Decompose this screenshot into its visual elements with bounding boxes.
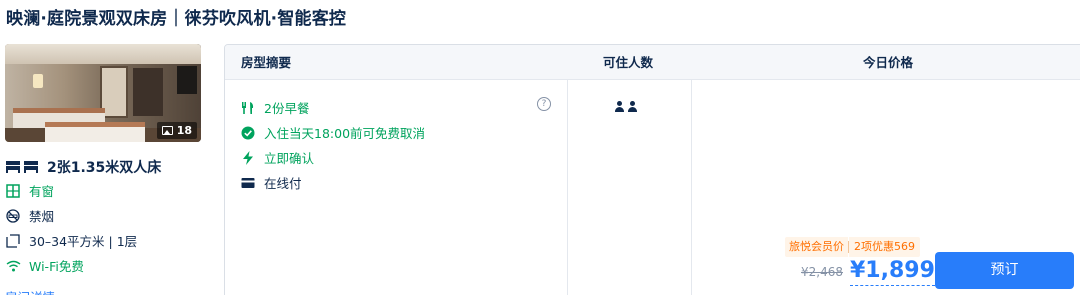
wifi-label: Wi-Fi免费: [29, 259, 84, 274]
check-circle-icon: [241, 126, 255, 140]
discount-label: 2项优惠569: [849, 237, 920, 257]
policy-payment: 在线付: [241, 173, 302, 192]
header-guests: 可住人数: [603, 55, 654, 70]
policy-breakfast: 2份早餐: [241, 98, 309, 117]
member-discount-tag[interactable]: 旅悦会员价 2项优惠569: [785, 237, 920, 257]
person-icon: [628, 101, 637, 112]
double-bed-icon: [5, 159, 39, 175]
room-photo[interactable]: 18: [5, 44, 201, 142]
room-title: 映澜·庭院景观双床房｜徕芬吹风机·智能客控: [6, 9, 347, 29]
lightning-icon: [241, 150, 255, 165]
feature-wifi: Wi-Fi免费: [5, 256, 84, 275]
header-price: 今日价格: [863, 55, 914, 70]
confirm-label: 立即确认: [264, 151, 315, 166]
column-divider: [567, 80, 568, 295]
current-price[interactable]: ¥1,899: [850, 257, 935, 286]
person-icon: [615, 101, 624, 112]
feature-smoking: 禁烟: [5, 206, 54, 225]
cancellation-label[interactable]: 入住当天18:00前可免费取消: [264, 123, 425, 142]
feature-bed: 2张1.35米双人床: [5, 157, 161, 177]
guest-capacity: [615, 101, 637, 112]
gallery-icon: [161, 126, 173, 135]
wifi-icon: [5, 258, 21, 274]
window-icon: [5, 183, 21, 199]
column-divider: [691, 80, 692, 295]
room-details-link[interactable]: 房间详情: [5, 287, 55, 295]
book-button[interactable]: 预订: [935, 252, 1074, 289]
member-price-label: 旅悦会员价: [785, 237, 848, 257]
area-icon: [5, 233, 21, 249]
help-icon[interactable]: ?: [537, 97, 551, 111]
policy-cancellation: 入住当天18:00前可免费取消: [241, 123, 425, 142]
card-icon: [241, 176, 255, 190]
window-label: 有窗: [29, 184, 55, 199]
room-info-panel: 18 2张1.35米双人床 有窗 禁烟 30–34平方米 | 1层 Wi-Fi免…: [5, 44, 201, 295]
cutlery-icon: [241, 101, 255, 115]
payment-label: 在线付: [264, 176, 302, 191]
feature-area: 30–34平方米 | 1层: [5, 231, 137, 250]
policy-confirm: 立即确认: [241, 148, 314, 167]
table-header: 房型摘要 可住人数 今日价格: [225, 45, 1080, 80]
feature-window: 有窗: [5, 181, 54, 200]
header-summary: 房型摘要: [241, 55, 292, 70]
photo-count-badge[interactable]: 18: [156, 122, 197, 139]
breakfast-label: 2份早餐: [264, 101, 310, 116]
no-smoking-icon: [5, 208, 21, 224]
smoking-label: 禁烟: [29, 209, 55, 224]
photo-count: 18: [176, 124, 192, 137]
rate-table: 房型摘要 可住人数 今日价格 2份早餐 ? 入住当天18:00前可免费取消 立即…: [224, 44, 1080, 295]
area-label: 30–34平方米 | 1层: [29, 234, 138, 249]
bed-type: 2张1.35米双人床: [47, 160, 162, 176]
original-price: ¥2,468: [801, 265, 843, 279]
